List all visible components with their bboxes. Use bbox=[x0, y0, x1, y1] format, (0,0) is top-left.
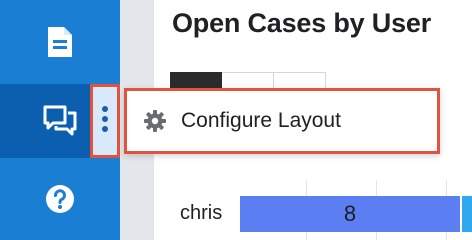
chart-bar-value: 8 bbox=[343, 201, 357, 226]
sidebar-item-help[interactable] bbox=[0, 158, 120, 240]
vertical-ellipsis-icon bbox=[101, 105, 109, 138]
configure-layout-menu-item[interactable]: Configure Layout bbox=[124, 88, 440, 154]
sidebar-item-documents[interactable] bbox=[0, 0, 120, 84]
document-icon bbox=[44, 25, 76, 59]
chart-row-label: chris bbox=[180, 202, 223, 224]
chart-bar-secondary[interactable] bbox=[462, 196, 472, 232]
help-icon bbox=[45, 184, 75, 214]
chat-bubbles-icon bbox=[42, 104, 78, 138]
menu-item-label: Configure Layout bbox=[181, 109, 341, 132]
gear-icon bbox=[143, 109, 167, 133]
more-options-button[interactable] bbox=[90, 84, 120, 158]
dashlet-title: Open Cases by User bbox=[172, 8, 432, 38]
